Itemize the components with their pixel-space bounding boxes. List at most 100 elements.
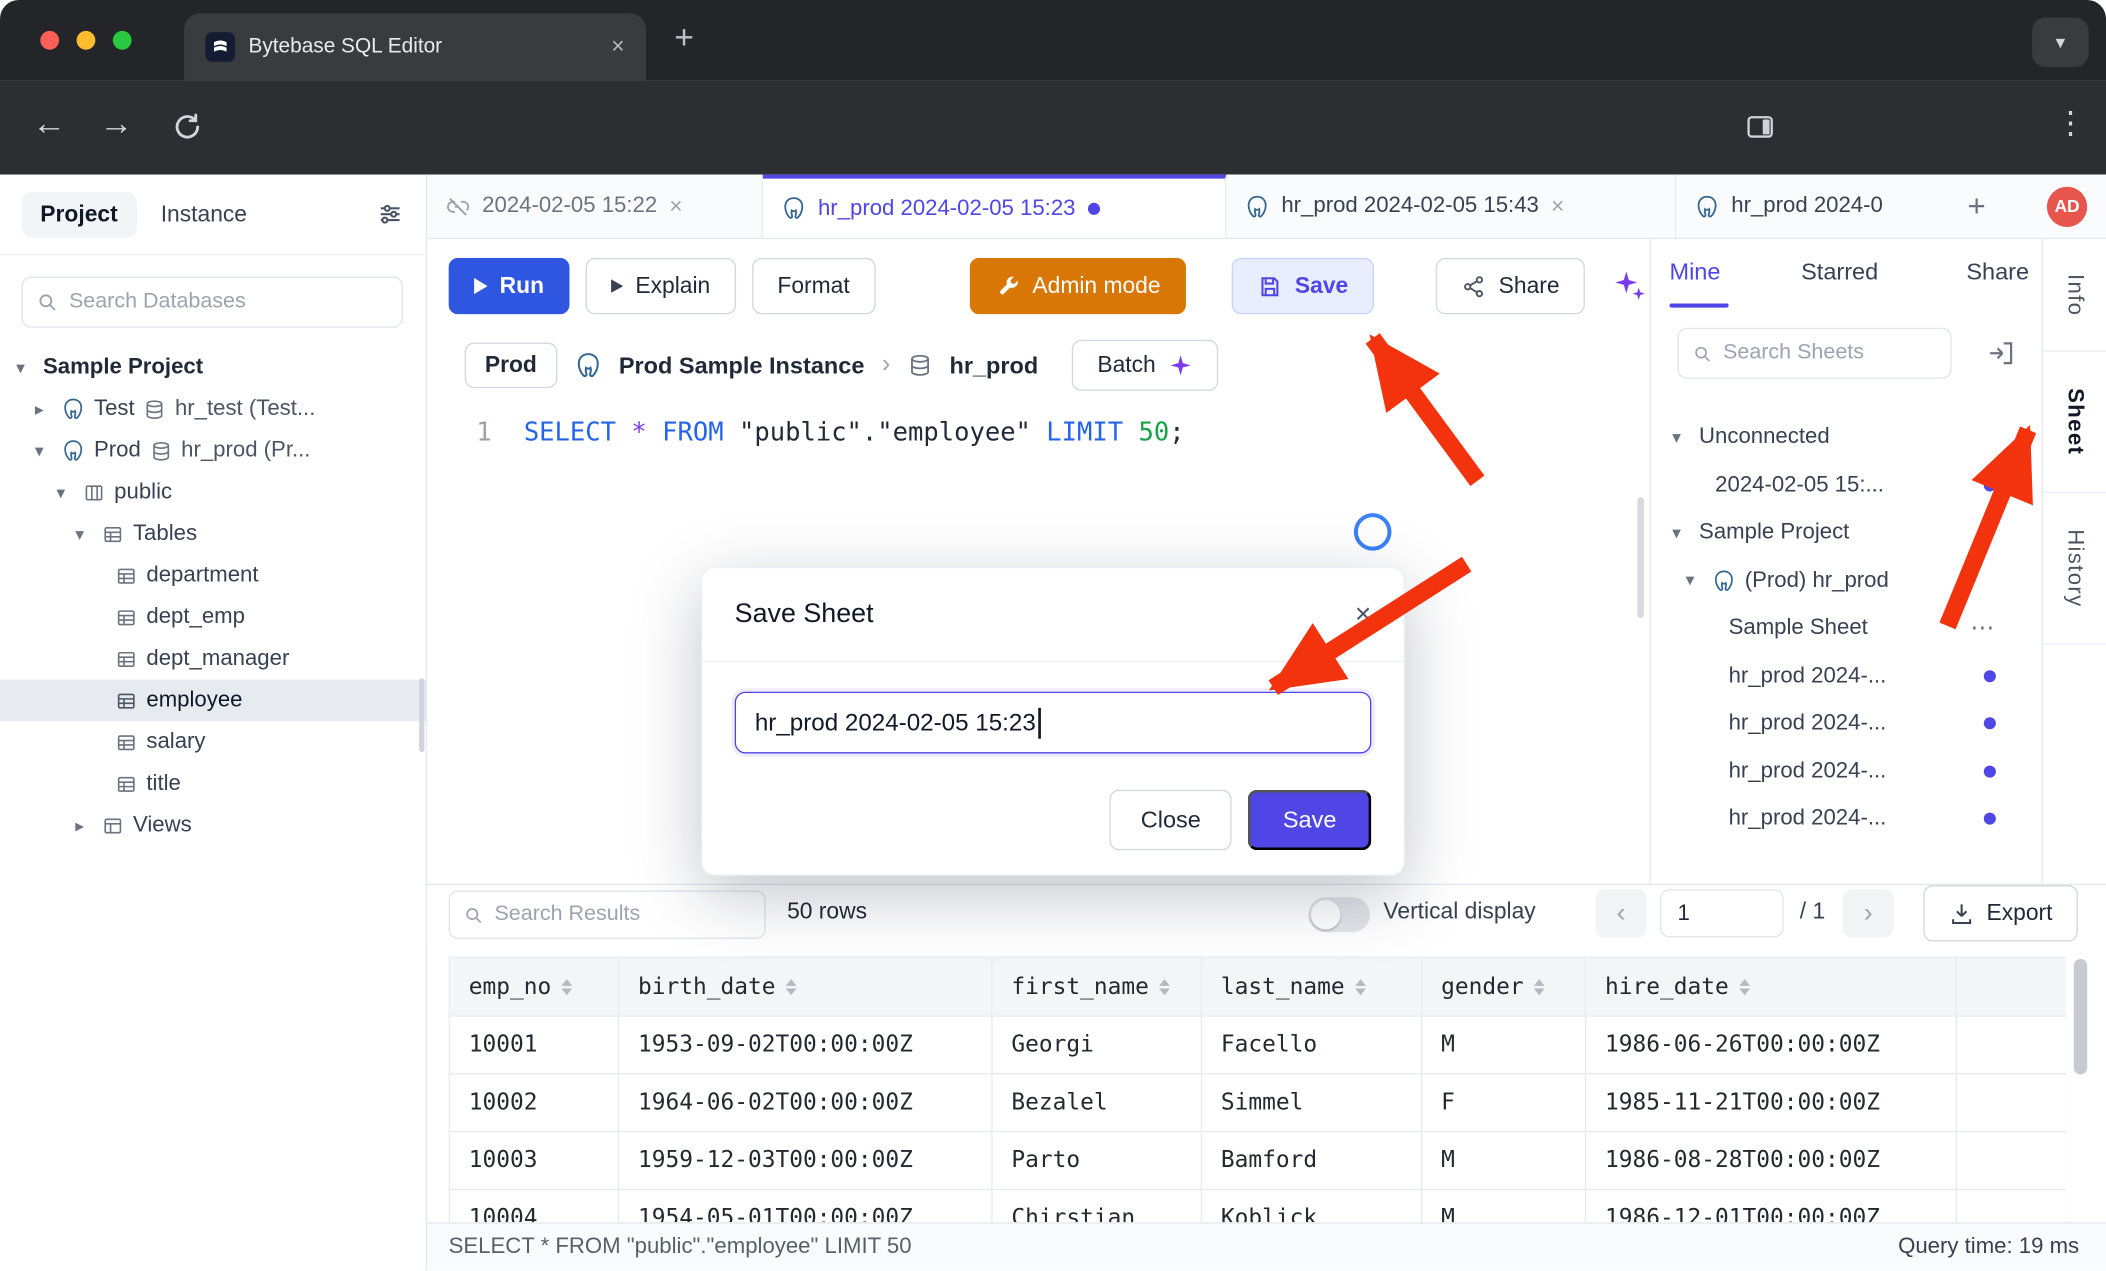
- table-row[interactable]: 100041954-05-01T00:00:00ZChirstianKoblic…: [449, 1189, 2065, 1222]
- sheet-item[interactable]: Sample Sheet ⋯: [1651, 604, 2042, 652]
- chevron-down-icon[interactable]: ▾: [1686, 570, 1703, 591]
- tree-node-prod-db[interactable]: ▾ Prod hr_prod (Pr...: [0, 430, 426, 472]
- chevron-right-icon[interactable]: ▸: [35, 398, 52, 419]
- sheet-tab-active[interactable]: hr_prod 2024-02-05 15:23: [763, 175, 1226, 238]
- new-tab-button[interactable]: +: [674, 19, 694, 58]
- sheet-item[interactable]: hr_prod 2024-...: [1651, 700, 2042, 748]
- sql-editor-line[interactable]: 1 SELECT * FROM "public"."employee" LIMI…: [427, 411, 1185, 454]
- page-number-input[interactable]: [1660, 889, 1784, 937]
- db-node[interactable]: ▾ (Prod) hr_prod: [1651, 557, 2042, 605]
- tab-project[interactable]: Project: [21, 191, 136, 237]
- reload-button[interactable]: [172, 111, 203, 142]
- editor-scrollbar[interactable]: [1637, 497, 1644, 618]
- sheet-item[interactable]: 2024-02-05 15:...: [1651, 461, 2042, 509]
- results-scrollbar[interactable]: [2074, 959, 2087, 1075]
- column-header[interactable]: emp_no: [449, 957, 618, 1016]
- sheet-tab-4[interactable]: hr_prod 2024-0: [1676, 175, 1951, 238]
- forward-button[interactable]: →: [99, 105, 133, 144]
- instance-name[interactable]: Prod Sample Instance: [619, 351, 865, 379]
- sheet-item[interactable]: hr_prod 2024-...: [1651, 652, 2042, 700]
- chevron-down-icon[interactable]: ▾: [1672, 427, 1689, 448]
- user-avatar[interactable]: AD: [2047, 186, 2087, 226]
- sheet-search-input[interactable]: [1723, 341, 1937, 365]
- chevron-down-icon[interactable]: ▾: [1672, 522, 1689, 543]
- side-panel-icon[interactable]: [1743, 111, 1777, 142]
- sheet-name-input[interactable]: hr_prod 2024-02-05 15:23: [735, 692, 1372, 754]
- chevron-down-icon[interactable]: ▾: [16, 357, 33, 378]
- sort-icon[interactable]: [1355, 978, 1366, 994]
- results-search-input[interactable]: [494, 903, 750, 927]
- environment-chip[interactable]: Prod: [465, 342, 557, 388]
- tab-mine[interactable]: Mine: [1669, 258, 1720, 286]
- table-row[interactable]: 100011953-09-02T00:00:00ZGeorgiFacelloM1…: [449, 1016, 2065, 1074]
- tree-node-project[interactable]: ▾ Sample Project: [0, 347, 426, 389]
- tree-node-schema-public[interactable]: ▾ public: [0, 471, 426, 513]
- batch-button[interactable]: Batch: [1072, 340, 1218, 391]
- tree-node-views[interactable]: ▸ Views: [0, 805, 426, 847]
- tree-node-test-db[interactable]: ▸ Test hr_test (Test...: [0, 388, 426, 430]
- column-header[interactable]: gender: [1422, 957, 1586, 1016]
- tree-node-table[interactable]: department: [0, 555, 426, 597]
- add-sheet-tab-button[interactable]: +: [1968, 188, 1986, 224]
- window-zoom-button[interactable]: [113, 31, 132, 50]
- collapse-panel-icon[interactable]: [1986, 338, 2016, 368]
- tree-node-tables[interactable]: ▾ Tables: [0, 513, 426, 555]
- database-name[interactable]: hr_prod: [949, 351, 1038, 379]
- dialog-save-button[interactable]: Save: [1248, 790, 1371, 850]
- share-button[interactable]: Share: [1436, 258, 1586, 314]
- column-header[interactable]: hire_date: [1586, 957, 1957, 1016]
- group-unconnected[interactable]: ▾ Unconnected: [1651, 414, 2042, 462]
- tree-node-table[interactable]: dept_manager: [0, 638, 426, 680]
- sidebar-scrollbar[interactable]: [419, 678, 424, 752]
- sheet-item[interactable]: hr_prod 2024-...: [1651, 795, 2042, 843]
- ai-sparkles-icon[interactable]: [1612, 269, 1647, 304]
- export-button[interactable]: Export: [1923, 885, 2078, 941]
- sort-icon[interactable]: [1534, 978, 1545, 994]
- strip-tab-sheet[interactable]: Sheet: [2043, 352, 2106, 493]
- dialog-close-button[interactable]: Close: [1110, 790, 1232, 850]
- column-header[interactable]: last_name: [1201, 957, 1421, 1016]
- chevron-down-icon[interactable]: ▾: [35, 440, 52, 461]
- explain-button[interactable]: Explain: [586, 258, 736, 314]
- group-sample-project[interactable]: ▾ Sample Project: [1651, 509, 2042, 557]
- chevron-right-icon[interactable]: ▸: [75, 815, 92, 836]
- strip-tab-info[interactable]: Info: [2043, 239, 2106, 352]
- vertical-display-toggle[interactable]: [1308, 897, 1370, 932]
- back-button[interactable]: ←: [32, 105, 66, 144]
- database-search-input[interactable]: [69, 290, 388, 314]
- tab-starred[interactable]: Starred: [1801, 258, 1878, 286]
- save-button[interactable]: Save: [1232, 258, 1374, 314]
- sort-icon[interactable]: [786, 978, 797, 994]
- sheet-search[interactable]: [1678, 328, 1952, 379]
- run-button[interactable]: Run: [449, 258, 570, 314]
- browser-menu-icon[interactable]: ⋮: [2055, 105, 2086, 141]
- sheet-tab-3[interactable]: hr_prod 2024-02-05 15:43 ×: [1226, 175, 1676, 238]
- tab-share[interactable]: Share: [1966, 258, 2029, 286]
- results-search[interactable]: [449, 890, 766, 938]
- tab-close-icon[interactable]: ×: [1551, 193, 1564, 220]
- filter-sliders-icon[interactable]: [376, 200, 404, 228]
- window-minimize-button[interactable]: [77, 31, 96, 50]
- tab-instance[interactable]: Instance: [161, 201, 247, 228]
- next-page-button[interactable]: ›: [1843, 889, 1894, 937]
- strip-tab-history[interactable]: History: [2043, 493, 2106, 645]
- browser-tab[interactable]: Bytebase SQL Editor ×: [184, 13, 646, 80]
- tab-list-button[interactable]: ▾: [2032, 17, 2088, 67]
- table-row[interactable]: 100031959-12-03T00:00:00ZPartoBamfordM19…: [449, 1132, 2065, 1190]
- chevron-down-icon[interactable]: ▾: [75, 523, 92, 544]
- sheet-tab-1[interactable]: 2024-02-05 15:22 ×: [427, 175, 763, 238]
- prev-page-button[interactable]: ‹: [1596, 889, 1647, 937]
- chevron-down-icon[interactable]: ▾: [56, 482, 73, 503]
- more-menu-icon[interactable]: ⋯: [1970, 614, 1996, 642]
- database-search[interactable]: [21, 277, 402, 328]
- column-header[interactable]: first_name: [992, 957, 1202, 1016]
- window-close-button[interactable]: [40, 31, 59, 50]
- admin-mode-button[interactable]: Admin mode: [969, 258, 1186, 314]
- tree-node-table-selected[interactable]: employee: [0, 680, 426, 722]
- sort-icon[interactable]: [562, 978, 573, 994]
- tab-close-icon[interactable]: ×: [611, 34, 624, 61]
- tree-node-table[interactable]: title: [0, 763, 426, 805]
- table-row[interactable]: 100021964-06-02T00:00:00ZBezalelSimmelF1…: [449, 1074, 2065, 1132]
- tab-close-icon[interactable]: ×: [669, 193, 682, 220]
- column-header[interactable]: birth_date: [619, 957, 992, 1016]
